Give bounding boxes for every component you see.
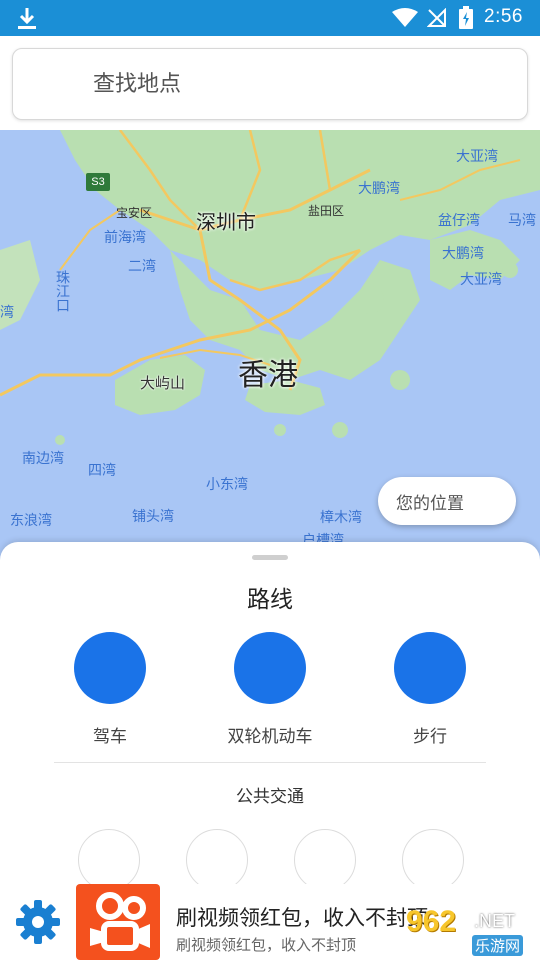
map-label-lantau: 大屿山 — [140, 374, 186, 392]
map-label-xiaodongwan: 小东湾 — [206, 477, 248, 493]
ad-subtitle: 刷视频领红包，收入不封顶 — [176, 936, 357, 954]
map-label-dapengwan: 大鹏湾 — [358, 181, 400, 197]
section-divider — [54, 762, 486, 763]
sheet-drag-handle[interactable] — [252, 555, 288, 560]
map-label-hongkong: 香港 — [238, 358, 298, 393]
download-icon — [18, 8, 36, 29]
transit-option-3[interactable] — [294, 829, 356, 891]
walking-icon[interactable] — [394, 632, 466, 704]
mode-motorcycle-label: 双轮机动车 — [227, 727, 313, 747]
kuaishou-logo — [76, 884, 160, 960]
map-label-qianhaiwan: 前海湾 — [104, 230, 146, 246]
map-label-dayawan-2: 大亚湾 — [460, 272, 502, 288]
car-icon[interactable] — [74, 632, 146, 704]
my-location-label: 您的位置 — [396, 493, 464, 514]
route-shield-s3: S3 — [86, 173, 110, 191]
no-signal-icon — [427, 8, 446, 27]
transit-section-title: 公共交通 — [236, 787, 304, 807]
map-label-zhangmuwan: 樟木湾 — [320, 510, 362, 526]
battery-charging-icon — [459, 6, 473, 29]
search-input[interactable] — [93, 67, 493, 101]
map-label-nanbianwan: 南边湾 — [22, 451, 64, 467]
watermark-number: 962 — [406, 905, 457, 938]
watermark-name: 乐游网 — [472, 935, 524, 956]
status-bar: 2:56 — [0, 0, 540, 36]
ad-title: 刷视频领红包，收入不封顶 — [176, 906, 428, 930]
motorcycle-icon[interactable] — [234, 632, 306, 704]
site-watermark: 962 .NET 乐游网 — [402, 905, 538, 957]
mode-walking-button[interactable]: 步行 — [360, 632, 500, 747]
map-label-yizaiwan: 盆仔湾 — [438, 213, 480, 229]
transit-option-2[interactable] — [186, 829, 248, 891]
map-label-zhujiangkou: 珠江口 — [54, 270, 70, 312]
map-label-putouwan: 铺头湾 — [132, 509, 174, 525]
map-label-mawan: 马湾 — [508, 213, 536, 229]
wifi-icon — [392, 8, 418, 27]
search-bar[interactable] — [12, 48, 528, 120]
map-label-dayawan: 大亚湾 — [456, 149, 498, 165]
watermark-domain: .NET — [474, 911, 516, 931]
map-label-dongliangwan: 东浪湾 — [10, 513, 52, 529]
mode-driving-button[interactable]: 驾车 — [40, 632, 180, 747]
sheet-title: 路线 — [247, 587, 293, 613]
my-location-button[interactable]: 您的位置 — [378, 477, 516, 525]
map-label-wan-left: 湾 — [0, 305, 14, 321]
map-label-erwan: 二湾 — [128, 259, 156, 275]
map-label-baoan: 宝安区 — [116, 206, 153, 220]
map-label-yantian: 盐田区 — [308, 204, 345, 218]
transit-option-4[interactable] — [402, 829, 464, 891]
transit-option-1[interactable] — [78, 829, 140, 891]
map-label-dapengwan-2: 大鹏湾 — [442, 246, 484, 262]
map-label-siwan: 四湾 — [88, 463, 116, 479]
mode-driving-label: 驾车 — [93, 727, 127, 747]
map-label-shenzhen: 深圳市 — [196, 210, 256, 234]
gear-icon[interactable] — [14, 898, 62, 946]
mode-motorcycle-button[interactable]: 双轮机动车 — [200, 632, 340, 747]
mode-walking-label: 步行 — [413, 727, 447, 747]
status-time: 2:56 — [484, 6, 523, 27]
